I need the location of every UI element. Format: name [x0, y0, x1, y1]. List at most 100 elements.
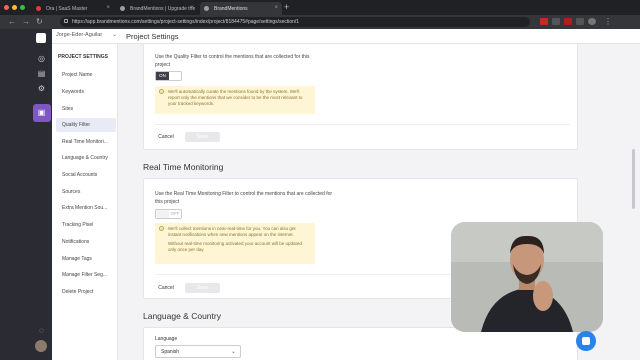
sidebar-item-label: Delete Project: [62, 289, 94, 295]
settings-sidebar: PROJECT SETTINGS Project Name Keywords S…: [52, 44, 118, 360]
info-icon: i: [159, 89, 164, 94]
real-time-notice: i We'll collect mentions in near-real-ti…: [155, 223, 315, 264]
tab-favicon-icon: [36, 6, 41, 11]
close-icon[interactable]: ×: [106, 5, 110, 11]
sidebar-item-label: Manage Filter Seg...: [62, 272, 108, 278]
sidebar-item-keywords[interactable]: Keywords: [56, 85, 116, 99]
tab-label: BrandMentions | Upgrade the: [130, 6, 196, 12]
sidebar-item-label: Extra Mention Sou...: [62, 205, 108, 211]
real-time-description: Use the Real Time Monitoring Filter to c…: [155, 191, 333, 205]
real-time-monitoring-title: Real Time Monitoring: [143, 162, 224, 172]
notice-text: Without real-time monitoring activated y…: [168, 241, 302, 252]
url-text: https://app.brandmentions.com/settings/p…: [72, 19, 300, 25]
sidebar-item-label: Keywords: [62, 89, 84, 95]
real-time-toggle[interactable]: OFF: [155, 209, 182, 219]
sidebar-item-sources[interactable]: Sources: [56, 185, 116, 199]
sidebar-item-manage-tags[interactable]: Manage Tags: [56, 252, 116, 266]
sidebar-item-quality-filter[interactable]: Quality Filter: [56, 118, 116, 132]
sidebar-item-real-time-monitoring[interactable]: Real Time Monitori...: [56, 135, 116, 149]
page-title: Project Settings: [126, 32, 179, 41]
quality-filter-card: Use the Quality Filter to control the me…: [143, 44, 578, 150]
content-scrollbar[interactable]: [632, 149, 635, 209]
app-header: Jorge-Eder-Aguilar ⌄ Project Settings: [52, 29, 640, 44]
toggle-on-label: ON: [156, 72, 169, 80]
divider: [155, 124, 570, 125]
sidebar-item-manage-filter-segments[interactable]: Manage Filter Seg...: [56, 268, 116, 282]
chat-widget-button[interactable]: [576, 331, 596, 351]
sidebar-item-project-name[interactable]: Project Name: [56, 68, 116, 82]
reload-icon[interactable]: ↻: [36, 17, 43, 26]
minimize-window-button[interactable]: [12, 5, 17, 10]
icon-rail: ◎ ▤ ⚙ ▣ ◌: [0, 29, 52, 360]
browser-toolbar: ← → ↻ https://app.brandmentions.com/sett…: [0, 15, 640, 29]
extension-icon[interactable]: [564, 18, 572, 25]
toggle-off-label: OFF: [170, 211, 180, 216]
notice-text: We'll automatically curate the mentions …: [168, 89, 303, 106]
profile-avatar[interactable]: [588, 18, 596, 25]
sidebar-item-extra-mention-sources[interactable]: Extra Mention Sou...: [56, 201, 116, 215]
project-settings-icon[interactable]: ▣: [37, 108, 46, 117]
sidebar-item-tracking-pixel[interactable]: Tracking Pixel: [56, 218, 116, 232]
sidebar-item-social-accounts[interactable]: Social Accounts: [56, 168, 116, 182]
tab-favicon-icon: [204, 6, 209, 11]
extension-icon[interactable]: [552, 18, 560, 25]
save-button[interactable]: Save: [185, 132, 220, 142]
sidebar-item-label: Tracking Pixel: [62, 222, 94, 228]
settings-gear-icon[interactable]: ⚙: [37, 84, 46, 93]
settings-heading: PROJECT SETTINGS: [58, 54, 109, 60]
user-avatar[interactable]: [35, 340, 47, 352]
project-selector[interactable]: Jorge-Eder-Aguilar: [56, 32, 102, 38]
sidebar-item-label: Sites: [62, 106, 74, 112]
save-button[interactable]: Save: [185, 283, 220, 293]
close-icon[interactable]: ×: [190, 5, 194, 11]
extension-icon[interactable]: [576, 18, 584, 25]
browser-tab-bar: Ora | SaaS Master × BrandMentions | Upgr…: [0, 0, 640, 15]
language-select[interactable]: Spanish ⌄: [155, 345, 241, 358]
new-tab-icon[interactable]: +: [284, 2, 289, 12]
browser-tab-3[interactable]: BrandMentions ×: [200, 2, 282, 15]
menu-kebab-icon[interactable]: ⋮: [604, 17, 612, 26]
chevron-down-icon[interactable]: ⌄: [112, 31, 117, 38]
notice-text: We'll collect mentions in near-real-time…: [168, 226, 296, 237]
quality-filter-toggle[interactable]: ON: [155, 71, 182, 81]
close-window-button[interactable]: [4, 5, 9, 10]
help-icon[interactable]: ◌: [37, 326, 46, 335]
chevron-down-icon: ⌄: [230, 349, 236, 355]
tab-label: BrandMentions: [214, 6, 248, 12]
sidebar-item-label: Manage Tags: [62, 256, 92, 262]
sidebar-item-language-country[interactable]: Language & Country: [56, 151, 116, 165]
info-icon: i: [159, 226, 164, 231]
brandmentions-logo[interactable]: [36, 33, 46, 43]
lock-icon: [64, 19, 68, 23]
webcam-overlay: [451, 222, 603, 332]
sidebar-item-label: Language & Country: [62, 155, 108, 161]
quality-filter-notice: i We'll automatically curate the mention…: [155, 86, 315, 114]
extension-icon[interactable]: [540, 18, 548, 25]
browser-tab-1[interactable]: Ora | SaaS Master ×: [32, 2, 114, 15]
radar-icon[interactable]: ◎: [37, 54, 46, 63]
address-bar[interactable]: https://app.brandmentions.com/settings/p…: [60, 17, 530, 27]
back-arrow-icon[interactable]: ←: [8, 17, 16, 26]
language-value: Spanish: [161, 349, 180, 355]
sidebar-item-label: Quality Filter: [62, 122, 91, 128]
close-icon[interactable]: ×: [274, 5, 278, 11]
maximize-window-button[interactable]: [20, 5, 25, 10]
report-icon[interactable]: ▤: [37, 69, 46, 78]
browser-tab-2[interactable]: BrandMentions | Upgrade the ×: [116, 2, 198, 15]
cancel-button[interactable]: Cancel: [155, 283, 177, 293]
toggle-knob: [156, 210, 169, 218]
presenter-video-frame: [451, 222, 603, 332]
forward-arrow-icon[interactable]: →: [22, 17, 30, 26]
window-controls: [4, 5, 25, 10]
language-country-title: Language & Country: [143, 311, 221, 321]
sidebar-item-sites[interactable]: Sites: [56, 102, 116, 116]
sidebar-item-label: Sources: [62, 189, 81, 195]
tab-favicon-icon: [120, 6, 125, 11]
sidebar-item-delete-project[interactable]: Delete Project: [56, 285, 116, 299]
cancel-button[interactable]: Cancel: [155, 132, 177, 142]
tab-label: Ora | SaaS Master: [46, 6, 88, 12]
sidebar-item-label: Project Name: [62, 72, 93, 78]
sidebar-item-notifications[interactable]: Notifications: [56, 235, 116, 249]
quality-filter-description: Use the Quality Filter to control the me…: [155, 54, 310, 68]
chat-icon: [582, 337, 590, 345]
